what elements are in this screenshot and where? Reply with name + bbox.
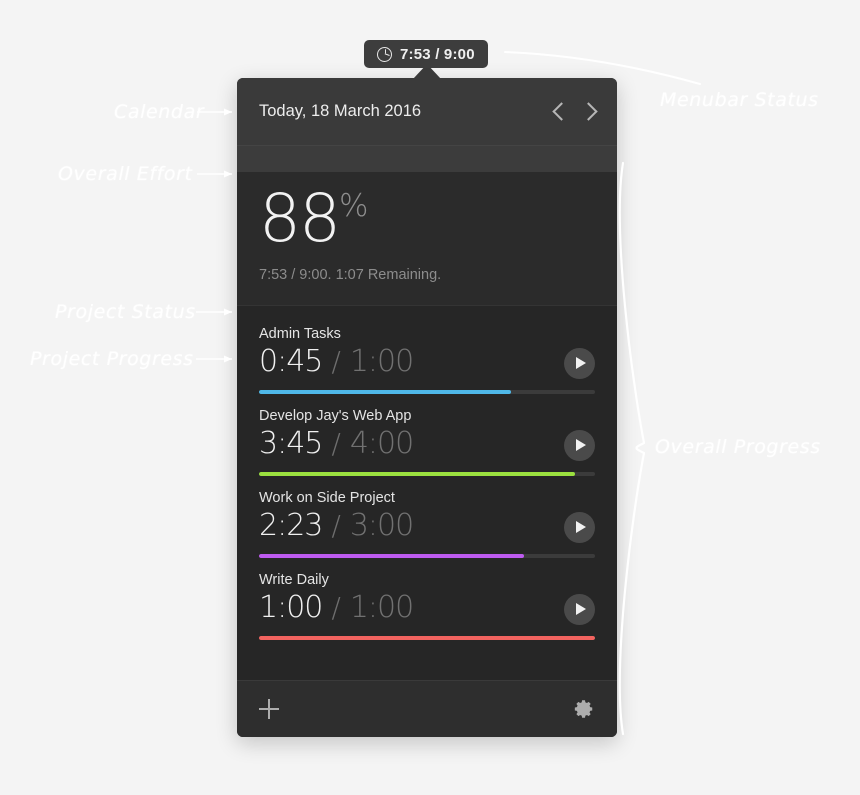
annotation-menubar-status: Menubar Status [660,89,819,111]
brace-overall-progress [618,161,646,736]
annotation-project-status: Project Status [55,301,196,323]
arrow-head-overall-effort [224,170,232,178]
annotation-calendar: Calendar [114,101,205,123]
annotation-overall-effort: Overall Effort [58,163,193,185]
arrow-head-project-progress [224,355,232,363]
arrow-head-project-status [224,308,232,316]
arrow-head-calendar [224,108,232,116]
annotation-project-progress: Project Progress [30,348,194,370]
curve-menubar-status [504,51,701,85]
annotation-overall-progress: Overall Progress [655,436,821,458]
